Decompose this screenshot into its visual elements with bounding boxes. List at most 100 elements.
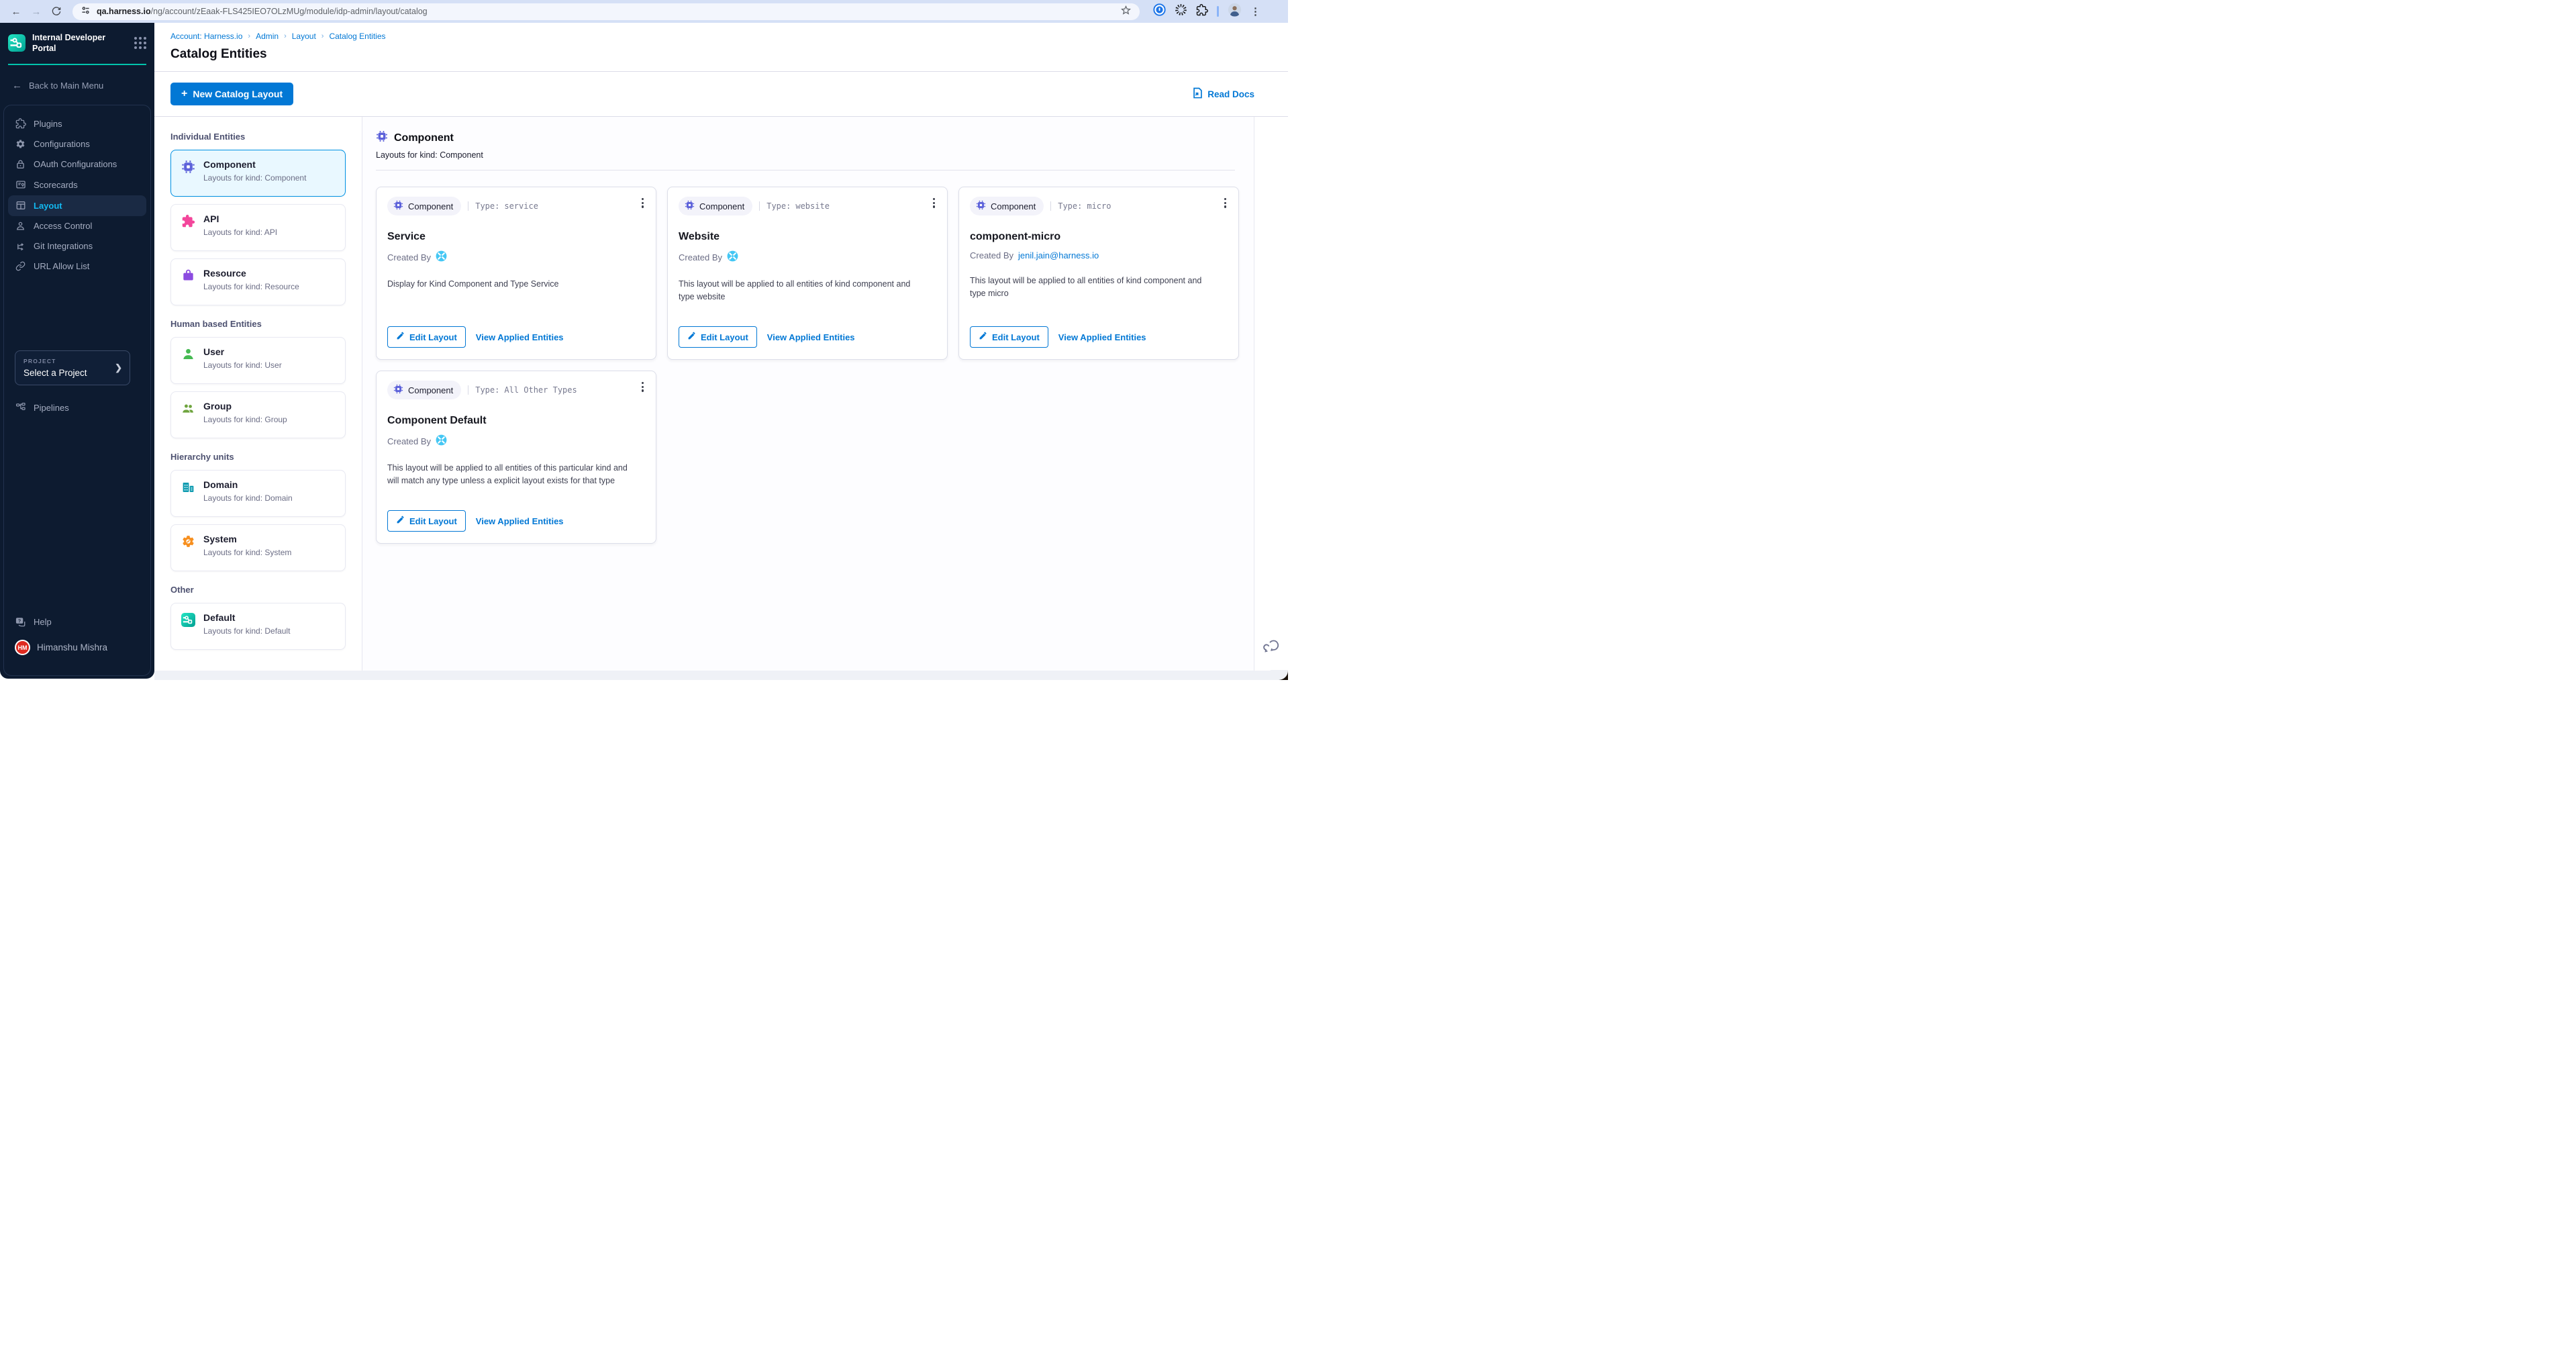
- lock-icon: [15, 159, 26, 169]
- kind-badge: Component: [679, 197, 752, 215]
- component-chip-icon: [393, 200, 403, 212]
- sidebar-item-url-allow-list[interactable]: URL Allow List: [4, 256, 150, 277]
- view-applied-entities-link[interactable]: View Applied Entities: [1058, 332, 1146, 342]
- view-applied-entities-link[interactable]: View Applied Entities: [767, 332, 855, 342]
- user-profile[interactable]: HM Himanshu Mishra: [4, 634, 150, 667]
- browser-back-icon[interactable]: ←: [8, 3, 24, 19]
- breadcrumb-catalog-entities[interactable]: Catalog Entities: [329, 32, 385, 41]
- sidebar-item-oauth-configurations[interactable]: OAuth Configurations: [4, 154, 150, 175]
- edit-layout-label: Edit Layout: [701, 332, 748, 342]
- component-chip-icon: [181, 160, 195, 174]
- url-bar[interactable]: qa.harness.io/ng/account/zEaak-FLS425IEO…: [72, 3, 1140, 20]
- page-header: Account: Harness.io › Admin › Layout › C…: [154, 23, 1288, 72]
- layout-title: Website: [679, 231, 936, 243]
- edit-layout-button[interactable]: Edit Layout: [679, 326, 757, 348]
- puzzle-icon: [15, 118, 26, 129]
- breadcrumb-admin[interactable]: Admin: [256, 32, 279, 41]
- breadcrumb-separator: ›: [321, 32, 324, 40]
- sidebar-item-pipelines[interactable]: Pipelines: [4, 397, 150, 418]
- entity-item-default[interactable]: Default Layouts for kind: Default: [170, 603, 346, 650]
- layout-description: Display for Kind Component and Type Serv…: [387, 278, 645, 291]
- creator-link[interactable]: jenil.jain@harness.io: [1018, 250, 1099, 260]
- chat-bubble-icon[interactable]: [1262, 637, 1280, 659]
- password-manager-extension-icon[interactable]: [1153, 3, 1166, 19]
- sidebar-item-scorecards[interactable]: Scorecards: [4, 175, 150, 195]
- entity-item-api[interactable]: API Layouts for kind: API: [170, 204, 346, 251]
- edit-layout-button[interactable]: Edit Layout: [387, 326, 466, 348]
- view-applied-entities-link[interactable]: View Applied Entities: [476, 332, 564, 342]
- breadcrumb-account[interactable]: Account: Harness.io: [170, 32, 242, 41]
- type-row: Type:micro: [1050, 201, 1111, 211]
- entity-item-resource[interactable]: Resource Layouts for kind: Resource: [170, 258, 346, 305]
- browser-profile-avatar[interactable]: [1228, 3, 1242, 20]
- harness-logo-icon: [727, 250, 738, 264]
- view-applied-entities-link[interactable]: View Applied Entities: [476, 516, 564, 526]
- domain-building-icon: [181, 480, 195, 494]
- entity-subtitle: Layouts for kind: System: [203, 548, 291, 557]
- loading-extension-icon[interactable]: [1175, 3, 1187, 19]
- entity-item-group[interactable]: Group Layouts for kind: Group: [170, 391, 346, 438]
- user-name: Himanshu Mishra: [37, 642, 107, 652]
- edit-layout-button[interactable]: Edit Layout: [387, 510, 466, 532]
- sidebar-item-access-control[interactable]: Access Control: [4, 216, 150, 236]
- back-to-main-menu[interactable]: ← Back to Main Menu: [0, 65, 154, 95]
- read-docs-link[interactable]: Read Docs: [1193, 87, 1254, 101]
- sidebar-item-label: Help: [34, 617, 52, 627]
- badge-label: Component: [408, 385, 453, 395]
- pencil-icon: [687, 332, 696, 342]
- entity-subtitle: Layouts for kind: Default: [203, 626, 290, 636]
- edit-layout-button[interactable]: Edit Layout: [970, 326, 1048, 348]
- entity-name: Domain: [203, 479, 293, 490]
- sidebar-item-plugins[interactable]: Plugins: [4, 113, 150, 134]
- git-branch-icon: [15, 241, 26, 251]
- type-value: micro: [1087, 201, 1111, 211]
- kind-title: Component: [394, 132, 454, 144]
- entity-item-component[interactable]: Component Layouts for kind: Component: [170, 150, 346, 197]
- kebab-menu-icon[interactable]: [640, 196, 646, 210]
- kebab-menu-icon[interactable]: [1222, 196, 1228, 210]
- link-icon: [15, 261, 26, 271]
- created-by-label: Created By: [387, 252, 431, 262]
- default-idp-logo-icon: [181, 613, 195, 627]
- chevron-right-icon: ❯: [115, 362, 122, 373]
- project-selector[interactable]: PROJECT Select a Project ❯: [15, 350, 130, 385]
- kebab-menu-icon[interactable]: [640, 380, 646, 394]
- browser-menu-kebab-icon[interactable]: ⋮: [1250, 5, 1260, 17]
- sidebar-item-configurations[interactable]: Configurations: [4, 134, 150, 154]
- sidebar-item-label: OAuth Configurations: [34, 159, 117, 169]
- new-catalog-layout-button[interactable]: + New Catalog Layout: [170, 83, 293, 105]
- bookmark-star-icon[interactable]: [1120, 5, 1132, 18]
- back-label: Back to Main Menu: [29, 81, 103, 91]
- section-title: Human based Entities: [170, 319, 346, 329]
- type-value: website: [795, 201, 830, 211]
- sidebar-spacer: [4, 418, 150, 612]
- app-page: Internal Developer Portal ← Back to Main…: [0, 23, 1288, 680]
- entity-subtitle: Layouts for kind: Component: [203, 173, 306, 183]
- layout-icon: [15, 200, 26, 211]
- entity-kind-list: Individual Entities Component Layouts fo…: [154, 117, 362, 671]
- browser-forward-icon[interactable]: →: [28, 3, 44, 19]
- entity-item-user[interactable]: User Layouts for kind: User: [170, 337, 346, 384]
- kind-badge: Component: [387, 381, 461, 399]
- kebab-menu-icon[interactable]: [931, 196, 937, 210]
- sidebar-item-label: URL Allow List: [34, 261, 89, 271]
- breadcrumb-separator: ›: [284, 32, 287, 40]
- browser-extensions-area: ⋮: [1153, 3, 1263, 20]
- extensions-puzzle-icon[interactable]: [1196, 4, 1208, 19]
- type-value: service: [504, 201, 538, 211]
- sidebar-item-git-integrations[interactable]: Git Integrations: [4, 236, 150, 256]
- sidebar-item-help[interactable]: ? Help: [4, 612, 150, 635]
- project-value: Select a Project: [23, 368, 121, 378]
- person-icon: [15, 221, 26, 231]
- module-switcher-grid-icon[interactable]: [134, 37, 146, 49]
- created-by-row: Created By: [387, 250, 645, 264]
- site-settings-tune-icon[interactable]: [81, 5, 91, 17]
- breadcrumb-layout[interactable]: Layout: [292, 32, 316, 41]
- type-value: All Other Types: [504, 385, 577, 395]
- browser-reload-icon[interactable]: [48, 3, 64, 19]
- sidebar-item-label: Git Integrations: [34, 241, 93, 251]
- entity-item-domain[interactable]: Domain Layouts for kind: Domain: [170, 470, 346, 517]
- entity-item-system[interactable]: System Layouts for kind: System: [170, 524, 346, 571]
- layout-card-component-default: Component Type:All Other Types Component…: [376, 371, 656, 544]
- sidebar-item-layout[interactable]: Layout: [8, 195, 146, 216]
